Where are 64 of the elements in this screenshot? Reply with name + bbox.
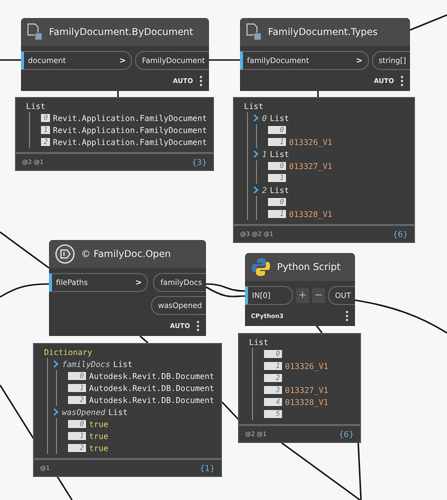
port-count-button[interactable]: − <box>312 288 326 303</box>
list-label: Dictionary <box>44 347 94 358</box>
list-index: 1 <box>262 150 267 158</box>
list-value: 013328_V1 <box>289 210 332 218</box>
list-value: true <box>89 432 108 440</box>
wire <box>410 14 447 31</box>
list-index: 0 <box>262 114 267 122</box>
list-value: Revit.Application.FamilyDocument <box>52 138 207 146</box>
node-title: Python Script <box>277 262 341 272</box>
item-count: {3} <box>192 158 207 166</box>
list-value: 013326_V1 <box>289 138 332 146</box>
wire <box>317 89 319 97</box>
list-value: 013327_V1 <box>289 162 332 170</box>
chevron-icon[interactable] <box>253 186 259 194</box>
list-index: 2 <box>262 186 267 194</box>
list-label: List <box>270 114 290 122</box>
wire <box>117 89 119 97</box>
document-icon <box>27 23 43 41</box>
dictionary-key: wasOpened <box>62 408 106 416</box>
wire <box>221 401 240 421</box>
node-title: FamilyDocument.Types <box>268 26 378 38</box>
dictionary-key: familyDocs <box>62 360 110 368</box>
node-title: © FamilyDoc.Open <box>81 248 171 260</box>
more-icon[interactable] <box>345 310 349 322</box>
list-label: List <box>270 150 290 158</box>
list-label: List <box>113 360 132 368</box>
list-value: Revit.Application.FamilyDocument <box>52 126 207 134</box>
wire <box>0 59 21 61</box>
chevron-icon[interactable] <box>53 408 59 416</box>
list-value: Revit.Application.FamilyDocument <box>52 114 207 122</box>
more-icon[interactable] <box>196 320 200 332</box>
chevron-icon[interactable] <box>53 360 59 368</box>
item-count: {6} <box>392 230 408 238</box>
item-count: {1} <box>200 464 215 472</box>
wire <box>139 335 149 344</box>
more-icon[interactable] <box>199 75 203 87</box>
python-icon <box>251 257 271 277</box>
item-count: {6} <box>338 430 354 438</box>
list-value: true <box>89 444 108 452</box>
more-icon[interactable] <box>400 75 404 87</box>
wire <box>206 286 246 298</box>
package-icon <box>55 244 75 264</box>
list-label: List <box>108 408 128 416</box>
node-title: FamilyDocument.ByDocument <box>49 26 194 38</box>
wire <box>206 283 246 292</box>
list-value: Autodesk.Revit.DB.Document <box>89 372 214 380</box>
list-label: List <box>244 101 264 112</box>
list-value: 013328_V1 <box>285 398 328 406</box>
wire <box>315 324 323 334</box>
port-count-button[interactable]: + <box>296 288 310 303</box>
list-value: 013327_V1 <box>285 386 328 394</box>
chevron-icon[interactable] <box>253 150 259 158</box>
list-value: Autodesk.Revit.DB.Document <box>89 396 214 404</box>
wire <box>0 283 49 298</box>
document-icon <box>246 23 262 41</box>
wire <box>209 59 240 61</box>
list-value: 013326_V1 <box>285 362 328 370</box>
list-value: Autodesk.Revit.DB.Document <box>89 384 214 392</box>
chevron-icon[interactable] <box>253 114 259 122</box>
list-label: List <box>26 101 46 112</box>
list-label: List <box>249 337 270 348</box>
list-label: List <box>270 186 290 194</box>
list-value: true <box>89 420 108 428</box>
wire <box>0 231 50 269</box>
